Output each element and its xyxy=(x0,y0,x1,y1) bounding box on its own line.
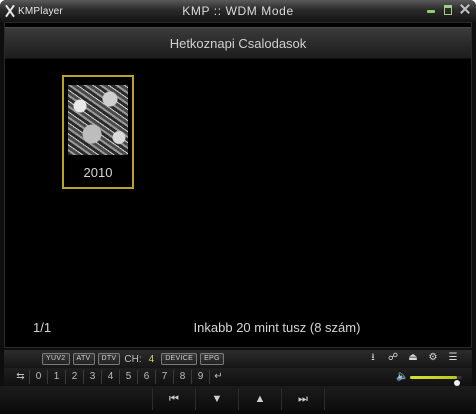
title-bar[interactable]: KMPlayer KMP :: WDM Mode xyxy=(0,0,476,22)
volume-slider[interactable] xyxy=(410,376,462,386)
number-key-7[interactable]: 7 xyxy=(155,370,173,384)
number-key-8[interactable]: 8 xyxy=(173,370,191,384)
channel-value: 4 xyxy=(148,353,155,365)
mode-tags: YUV2 ATV DTV CH: 4 DEVICE EPG xyxy=(42,353,224,365)
tag-dtv[interactable]: DTV xyxy=(97,353,121,365)
number-key-9[interactable]: 9 xyxy=(191,370,209,384)
previous-icon[interactable]: ⏮ xyxy=(152,388,196,410)
number-key-6[interactable]: 6 xyxy=(137,370,155,384)
window-title: KMP :: WDM Mode xyxy=(182,4,294,18)
number-bar: ⇆ 0 1 2 3 4 5 6 7 8 9 ↵ 🔈 xyxy=(4,368,472,386)
album-info: Inkabb 20 mint tusz (8 szám) xyxy=(193,320,361,335)
epg-button[interactable]: EPG xyxy=(200,353,224,365)
download-icon[interactable]: ⭳ xyxy=(368,352,378,364)
device-button[interactable]: DEVICE xyxy=(161,353,198,365)
maximize-icon[interactable] xyxy=(443,4,453,15)
video-screen[interactable]: Hetkoznapi Csalodasok 2010 1/1 Inkabb 20… xyxy=(4,22,472,348)
close-icon[interactable] xyxy=(460,4,470,14)
number-key-5[interactable]: 5 xyxy=(119,370,137,384)
album-header: Hetkoznapi Csalodasok xyxy=(5,27,471,59)
tag-yuv2[interactable]: YUV2 xyxy=(42,353,70,365)
up-icon[interactable]: ▲ xyxy=(239,388,282,410)
number-key-0[interactable]: 0 xyxy=(29,370,47,384)
album-cover-image xyxy=(68,85,128,155)
album-thumbnail[interactable]: 2010 xyxy=(62,75,134,189)
control-icons: ⭳ ☍ ⏏ ⚙ ☰ xyxy=(368,352,458,364)
number-key-1[interactable]: 1 xyxy=(47,370,65,384)
eject-icon[interactable]: ⏏ xyxy=(408,352,418,364)
down-icon[interactable]: ▼ xyxy=(196,388,239,410)
next-icon[interactable]: ⏭ xyxy=(282,388,325,410)
number-key-4[interactable]: 4 xyxy=(101,370,119,384)
channel-label: CH: xyxy=(124,353,142,365)
control-bar: YUV2 ATV DTV CH: 4 DEVICE EPG ⭳ ☍ ⏏ ⚙ ☰ xyxy=(4,350,472,368)
number-keypad: ⇆ 0 1 2 3 4 5 6 7 8 9 ↵ xyxy=(12,370,227,384)
person-icon[interactable]: ☍ xyxy=(388,352,398,364)
tag-atv[interactable]: ATV xyxy=(72,353,95,365)
album-title: Hetkoznapi Csalodasok xyxy=(169,36,307,51)
volume-fill xyxy=(410,376,457,379)
transport-controls: ⏮ ▼ ▲ ⏭ xyxy=(152,388,325,410)
number-key-2[interactable]: 2 xyxy=(65,370,83,384)
enter-icon[interactable]: ↵ xyxy=(209,370,227,384)
album-year: 2010 xyxy=(83,165,113,180)
playlist-icon[interactable]: ☰ xyxy=(448,352,458,364)
number-key-3[interactable]: 3 xyxy=(83,370,101,384)
minimize-icon[interactable] xyxy=(426,4,436,14)
keypad-menu-icon[interactable]: ⇆ xyxy=(12,370,29,384)
kmplayer-window: KMPlayer KMP :: WDM Mode Hetkoznapi Csal… xyxy=(0,0,476,414)
speaker-icon[interactable]: 🔈 xyxy=(396,371,408,383)
transport-bar: ⏮ ▼ ▲ ⏭ xyxy=(0,386,476,414)
gear-icon[interactable]: ⚙ xyxy=(428,352,438,364)
window-controls xyxy=(426,4,470,15)
volume-control[interactable]: 🔈 xyxy=(396,370,466,386)
